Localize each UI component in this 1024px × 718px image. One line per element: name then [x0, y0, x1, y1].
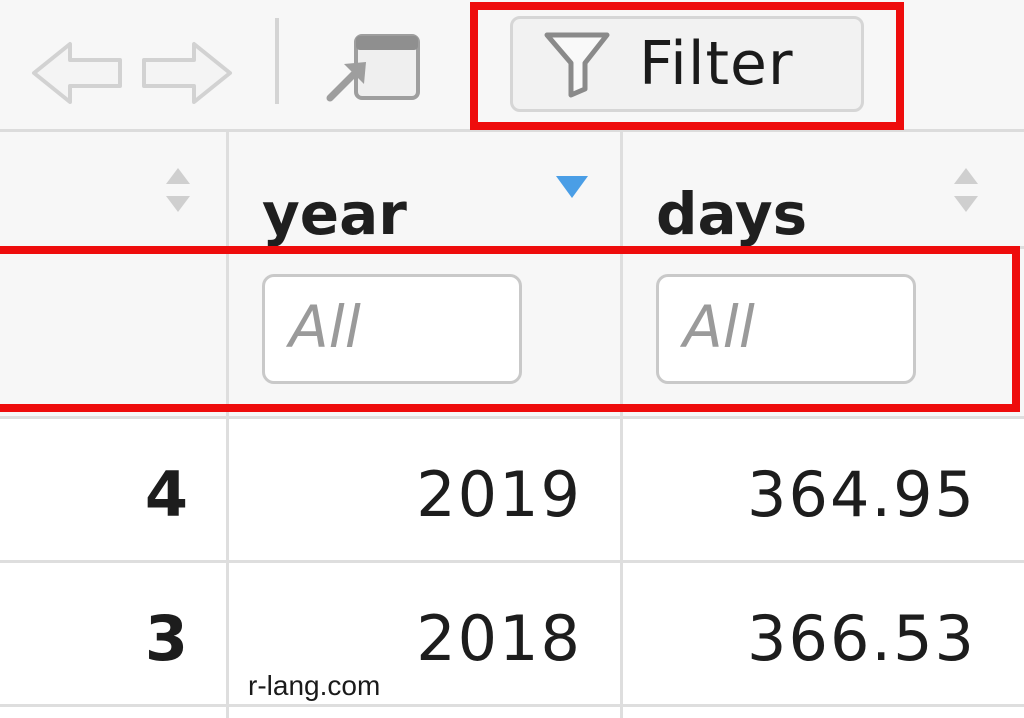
column-divider [226, 132, 229, 718]
row-name: 4 [144, 458, 190, 531]
header-row: year days [0, 132, 1024, 248]
sort-unsorted-icon[interactable] [948, 162, 984, 218]
row-divider [0, 560, 1024, 563]
column-divider [620, 132, 623, 718]
data-table: year days All All 4 2019 364.95 3 2018 3… [0, 132, 1024, 718]
row-divider [0, 416, 1024, 419]
table-row: 4 2019 364.95 [0, 418, 1024, 558]
popout-window-icon[interactable] [322, 32, 422, 108]
row-name: 3 [144, 602, 190, 675]
arrow-right-icon[interactable] [138, 38, 234, 108]
column-header-days[interactable]: days [656, 180, 807, 248]
data-viewer: Filter year days All All 4 2019 364.95 3… [0, 0, 1024, 718]
row-divider [0, 704, 1024, 707]
toolbar-separator [275, 18, 279, 104]
toolbar: Filter [0, 0, 1024, 132]
filter-label: Filter [639, 29, 794, 99]
column-header-year[interactable]: year [262, 180, 407, 248]
filter-button[interactable]: Filter [510, 16, 864, 112]
funnel-icon [544, 32, 610, 98]
days-cell: 364.95 [747, 458, 976, 531]
year-cell: 2019 [416, 458, 582, 531]
arrow-left-icon[interactable] [30, 38, 126, 108]
watermark: r-lang.com [248, 670, 381, 701]
sort-unsorted-icon[interactable] [160, 162, 196, 218]
days-cell: 366.53 [747, 602, 976, 675]
sort-descending-icon[interactable] [554, 162, 590, 218]
filter-row-highlight [0, 246, 1020, 412]
year-cell: 2018 [416, 602, 582, 675]
table-row: 3 2018 366.53 [0, 562, 1024, 702]
